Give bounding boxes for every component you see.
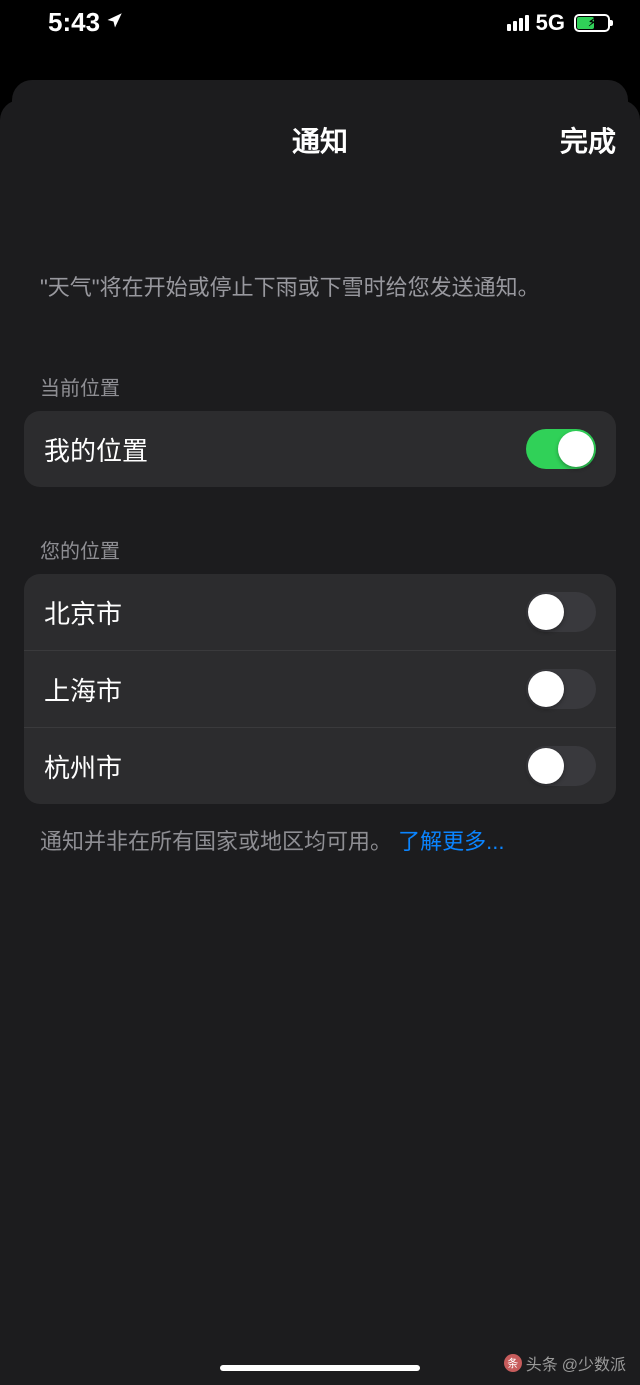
home-indicator[interactable] <box>220 1365 420 1371</box>
status-time: 5:43 <box>48 7 124 38</box>
list-item: 上海市 <box>24 650 616 727</box>
status-bar: 5:43 5G ⚡︎ <box>0 0 640 45</box>
time-value: 5:43 <box>48 7 100 38</box>
sheet-header: 通知 完成 <box>24 100 616 180</box>
location-item-label: 上海市 <box>44 671 122 708</box>
footer-note: 通知并非在所有国家或地区均可用。 <box>40 829 392 854</box>
toggle-knob <box>558 431 594 467</box>
watermark-handle: @少数派 <box>562 1351 626 1375</box>
location-item-label: 北京市 <box>44 594 122 631</box>
sheet-title: 通知 <box>292 120 348 160</box>
watermark-prefix: 头条 <box>526 1351 558 1375</box>
battery-icon: ⚡︎ <box>574 14 610 32</box>
your-locations-label: 您的位置 <box>24 535 616 564</box>
current-location-label: 当前位置 <box>24 372 616 401</box>
current-location-section: 当前位置 我的位置 <box>24 372 616 487</box>
notification-description: "天气"将在开始或停止下雨或下雪时给您发送通知。 <box>24 270 616 302</box>
location-toggle-beijing[interactable] <box>526 592 596 632</box>
your-locations-group: 北京市 上海市 杭州市 <box>24 574 616 804</box>
toggle-knob <box>528 594 564 630</box>
location-item-label: 杭州市 <box>44 748 122 785</box>
your-locations-section: 您的位置 北京市 上海市 杭州市 通知并非在所有国家 <box>24 535 616 856</box>
network-label: 5G <box>536 10 565 36</box>
footer-text: 通知并非在所有国家或地区均可用。 了解更多... <box>24 824 616 856</box>
notification-sheet: 通知 完成 "天气"将在开始或停止下雨或下雪时给您发送通知。 当前位置 我的位置… <box>0 100 640 1385</box>
done-button[interactable]: 完成 <box>560 120 616 160</box>
current-location-group: 我的位置 <box>24 411 616 487</box>
signal-icon <box>507 15 529 31</box>
status-right: 5G ⚡︎ <box>507 10 610 36</box>
watermark-icon: 条 <box>504 1354 522 1372</box>
my-location-label: 我的位置 <box>44 431 148 468</box>
list-item: 杭州市 <box>24 727 616 804</box>
location-toggle-shanghai[interactable] <box>526 669 596 709</box>
my-location-toggle[interactable] <box>526 429 596 469</box>
location-toggle-hangzhou[interactable] <box>526 746 596 786</box>
location-arrow-icon <box>106 11 124 35</box>
learn-more-link[interactable]: 了解更多... <box>398 829 504 854</box>
list-item: 北京市 <box>24 574 616 650</box>
list-item: 我的位置 <box>24 411 616 487</box>
watermark: 条 头条 @少数派 <box>504 1351 626 1375</box>
toggle-knob <box>528 671 564 707</box>
toggle-knob <box>528 748 564 784</box>
